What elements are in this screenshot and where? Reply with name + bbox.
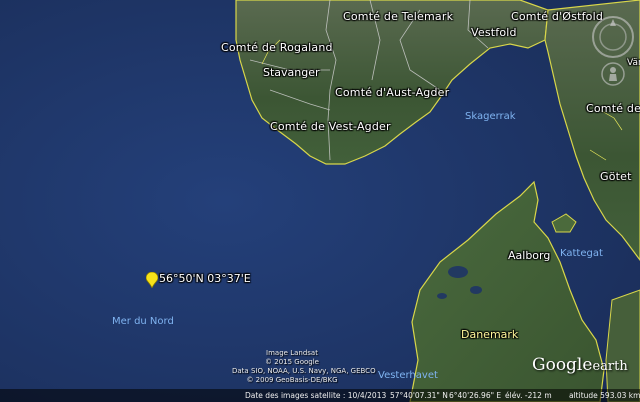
- status-altitude: altitude 593.03 km: [569, 391, 640, 400]
- label-skagerrak: Skagerrak: [465, 111, 516, 122]
- label-danemark: Danemark: [461, 328, 519, 341]
- credit-line-1: Image Landsat: [266, 349, 318, 357]
- label-gotet: Götet: [600, 170, 632, 183]
- label-vest-agder: Comté de Vest-Agder: [270, 120, 391, 133]
- label-comte-right: Comté de: [586, 102, 640, 115]
- map-view[interactable]: Comté de Telemark Comté d'Østfold Comté …: [0, 0, 640, 402]
- label-vestfold: Vestfold: [471, 26, 517, 39]
- brand-earth: earth: [592, 359, 628, 374]
- brand-google: Google: [532, 355, 593, 375]
- credit-line-4: © 2009 GeoBasis-DE/BKG: [246, 376, 338, 384]
- label-telemark: Comté de Telemark: [343, 10, 454, 23]
- label-rogaland: Comté de Rogaland: [221, 41, 333, 54]
- label-aalborg: Aalborg: [508, 249, 551, 262]
- status-bar: Date des images satellite : 10/4/2013 57…: [0, 389, 640, 402]
- google-earth-logo: Googleearth: [532, 355, 628, 375]
- status-image-date: Date des images satellite : 10/4/2013: [245, 391, 387, 400]
- status-longitude: 6°40'26.96" E: [449, 391, 502, 400]
- label-vesterhavet: Vesterhavet: [378, 370, 438, 381]
- label-mer-du-nord: Mer du Nord: [112, 316, 174, 327]
- imagery-credits: Image Landsat © 2015 Google Data SIO, NO…: [232, 349, 376, 385]
- label-aust-agder: Comté d'Aust-Agder: [335, 86, 450, 99]
- map-terrain: [0, 0, 640, 402]
- compass-icon[interactable]: [590, 14, 636, 60]
- label-stavanger: Stavanger: [263, 66, 320, 79]
- credit-line-3: Data SIO, NOAA, U.S. Navy, NGA, GEBCO: [232, 367, 376, 375]
- placemark-label[interactable]: 56°50'N 03°37'E: [159, 272, 251, 285]
- street-view-icon[interactable]: [601, 62, 625, 86]
- status-latitude: 57°40'07.31" N: [390, 391, 448, 400]
- credit-line-2: © 2015 Google: [265, 358, 319, 366]
- status-elevation: élév. -212 m: [505, 391, 552, 400]
- label-kattegat: Kattegat: [560, 248, 603, 259]
- pushpin-icon[interactable]: [146, 272, 158, 288]
